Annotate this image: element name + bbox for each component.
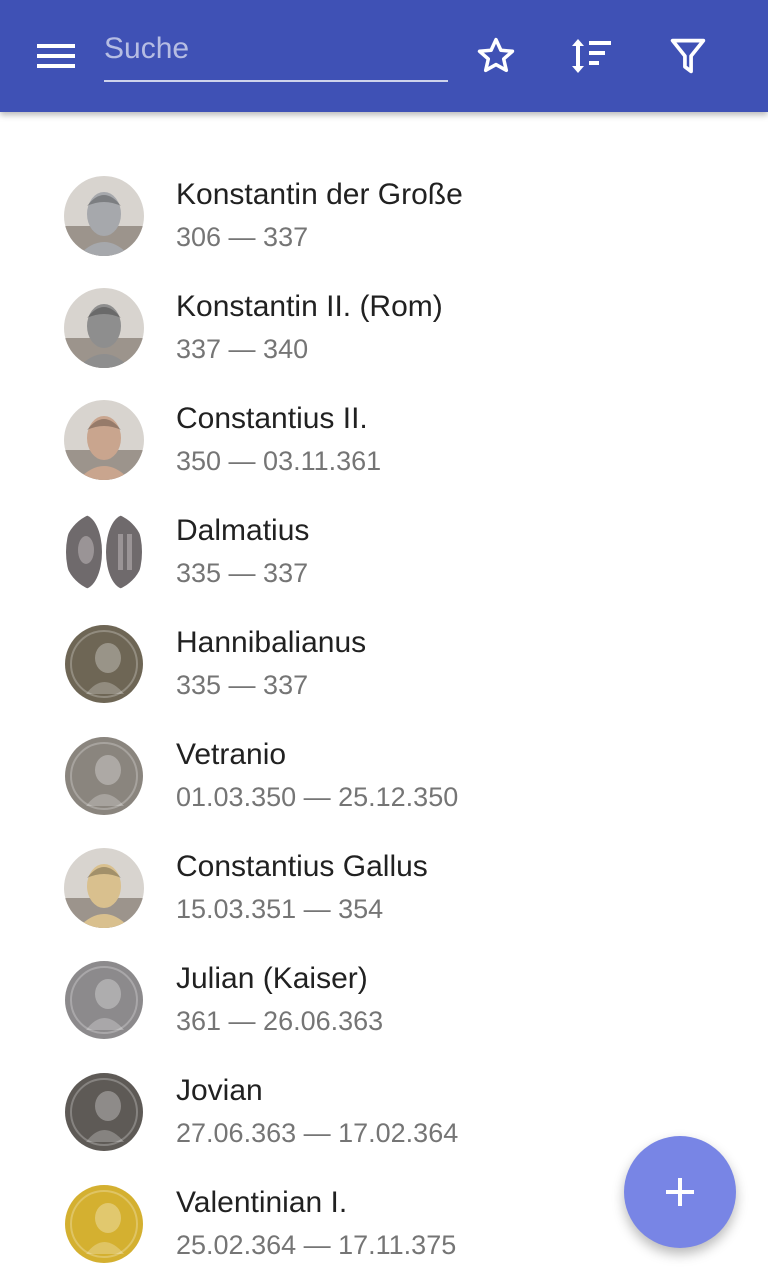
list-item[interactable]: Constantius II. 350 — 03.11.361 (0, 384, 768, 496)
bust-icon (64, 176, 144, 256)
favorites-button[interactable] (468, 28, 524, 84)
ruler-name: Vetranio (176, 738, 287, 771)
ruler-name: Konstantin II. (Rom) (176, 290, 443, 323)
reign-dates: 335 — 337 (176, 670, 309, 700)
reign-dates: 15.03.351 — 354 (176, 894, 384, 924)
star-outline-icon (477, 37, 515, 73)
ruler-name: Constantius II. (176, 402, 368, 435)
sort-icon (572, 39, 611, 73)
filter-icon (670, 38, 706, 74)
menu-icon (37, 44, 75, 68)
search-field (104, 22, 448, 82)
silver-coin-icon (64, 960, 144, 1040)
list-item[interactable]: Constantius Gallus 15.03.351 — 354 (0, 832, 768, 944)
search-input[interactable] (104, 22, 448, 74)
statue-icon (64, 288, 144, 368)
reign-dates: 361 — 26.06.363 (176, 1006, 384, 1036)
ruler-name: Valentinian I. (176, 1186, 348, 1219)
ruler-name: Julian (Kaiser) (176, 962, 368, 995)
filter-button[interactable] (660, 28, 716, 84)
ruler-name: Konstantin der Große (176, 178, 463, 211)
reign-dates: 27.06.363 — 17.02.364 (176, 1118, 459, 1148)
coin-pair-icon (64, 512, 144, 592)
ruler-name: Jovian (176, 1074, 263, 1107)
marble-head-icon (64, 848, 144, 928)
add-button[interactable] (624, 1136, 736, 1248)
marble-head-icon (64, 400, 144, 480)
list-item[interactable]: Dalmatius 335 — 337 (0, 496, 768, 608)
list-item[interactable]: Konstantin der Große 306 — 337 (0, 160, 768, 272)
bronze-coin-icon (64, 1072, 144, 1152)
list-item[interactable]: Konstantin II. (Rom) 337 — 340 (0, 272, 768, 384)
ruler-name: Dalmatius (176, 514, 310, 547)
reign-dates: 306 — 337 (176, 222, 309, 252)
bronze-coin-icon (64, 736, 144, 816)
gold-coin-icon (64, 1184, 144, 1264)
reign-dates: 335 — 337 (176, 558, 309, 588)
bronze-coin-icon (64, 624, 144, 704)
ruler-name: Hannibalianus (176, 626, 367, 659)
ruler-name: Constantius Gallus (176, 850, 428, 883)
reign-dates: 25.02.364 — 17.11.375 (176, 1230, 457, 1260)
ruler-list: Konstantin der Große 306 — 337 Konstantin … (0, 160, 768, 1280)
app-bar (0, 0, 768, 112)
sort-button[interactable] (564, 28, 620, 84)
reign-dates: 350 — 03.11.361 (176, 446, 382, 476)
reign-dates: 337 — 340 (176, 334, 309, 364)
list-item[interactable]: Hannibalianus 335 — 337 (0, 608, 768, 720)
list-item[interactable]: Vetranio 01.03.350 — 25.12.350 (0, 720, 768, 832)
menu-button[interactable] (22, 30, 90, 82)
reign-dates: 01.03.350 — 25.12.350 (176, 782, 459, 812)
list-item[interactable]: Julian (Kaiser) 361 — 26.06.363 (0, 944, 768, 1056)
plus-icon (666, 1178, 694, 1206)
